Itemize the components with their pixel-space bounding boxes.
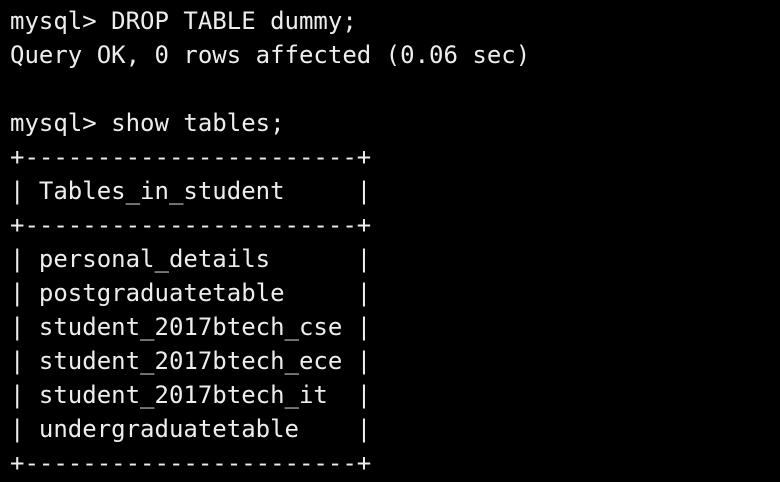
table-row: | student_2017btech_ece | (10, 347, 372, 375)
table-border: +-----------------------+ (10, 143, 372, 171)
table-row: | personal_details | (10, 245, 372, 273)
table-row: | postgraduatetable | (10, 279, 372, 307)
table-header: | Tables_in_student | (10, 177, 372, 205)
table-row: | student_2017btech_it | (10, 381, 372, 409)
table-row: | undergraduatetable | (10, 415, 372, 443)
table-border: +-----------------------+ (10, 211, 372, 239)
terminal-window[interactable]: mysql> DROP TABLE dummy; Query OK, 0 row… (0, 0, 780, 482)
command-line: mysql> DROP TABLE dummy; (10, 7, 357, 35)
query-result-line: Query OK, 0 rows affected (0.06 sec) (10, 41, 531, 69)
command-line: mysql> show tables; (10, 109, 285, 137)
table-row: | student_2017btech_cse | (10, 313, 372, 341)
table-border: +-----------------------+ (10, 449, 372, 477)
